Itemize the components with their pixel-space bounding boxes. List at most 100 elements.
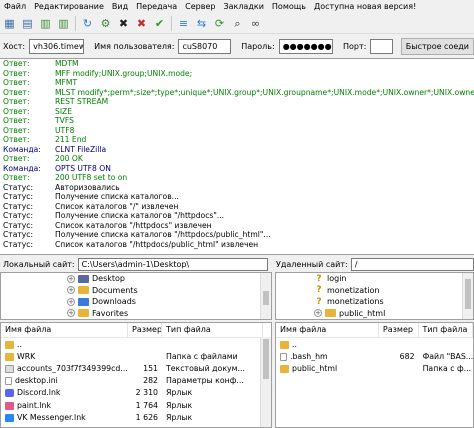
binoculars-icon[interactable]: ∞ [248, 16, 263, 31]
sync-browse-icon[interactable]: ⟳ [212, 16, 227, 31]
remote-site-label: Удаленный сайт: [276, 259, 348, 269]
col-header-size[interactable]: Размер [379, 323, 419, 337]
search-icon[interactable]: ⌕ [230, 16, 245, 31]
tree-item-label: login [327, 274, 347, 284]
expand-icon[interactable]: + [67, 309, 75, 318]
remote-tree-scrollbar[interactable] [462, 273, 473, 319]
remote-directory-tree[interactable]: ? login? monetization? monetizations + public… [275, 272, 474, 320]
file-row[interactable]: VK Messenger.lnk 1 626 Ярлык [1, 411, 271, 423]
menu-item[interactable]: Закладки [219, 2, 267, 11]
log-message: REST STREAM [55, 97, 109, 106]
menu-item[interactable]: Файл [0, 2, 30, 11]
menu-item[interactable]: Редактирование [30, 2, 108, 11]
tree-item[interactable]: + Downloads [1, 296, 271, 308]
cancel-icon[interactable]: ✖ [116, 16, 131, 31]
filter-icon[interactable]: ≡ [176, 16, 191, 31]
file-row[interactable]: paint.lnk 1 764 Ярлык [1, 399, 271, 411]
tree-item-label: public_html [339, 308, 386, 318]
folder-icon [5, 352, 14, 361]
message-log[interactable]: Ответ: MDTM Ответ: MFF modify;UNIX.group;UN… [0, 58, 474, 255]
menu-item[interactable]: Помощь [268, 2, 310, 11]
tree-item-label: monetizations [327, 297, 384, 307]
vk-icon [5, 413, 14, 422]
file-row[interactable]: WRK Папка с файлами [1, 350, 271, 362]
log-message: Получение списка каталогов... [55, 192, 179, 201]
col-header-filename[interactable]: Имя файла [1, 323, 128, 337]
log-type: Ответ: [3, 173, 30, 182]
file-row[interactable]: .bash_hm 682 Файл "BAS... [276, 350, 473, 362]
local-file-list[interactable]: Имя файла Размер Тип файла .. WRK Папка с … [0, 322, 272, 428]
menu-item[interactable]: Вид [108, 2, 132, 11]
port-input[interactable] [370, 38, 393, 54]
col-header-filename[interactable]: Имя файла [276, 323, 379, 337]
tree-item[interactable]: ? monetization [276, 285, 473, 297]
tree-item[interactable]: ? monetizations [276, 296, 473, 308]
file-type: Ярлык [166, 388, 193, 398]
expand-icon[interactable]: + [314, 309, 322, 318]
log-type: Статус: [3, 211, 34, 220]
file-name-cell: .bash_hm [276, 352, 379, 361]
password-input[interactable]: ●●●●●●●●●●● [278, 38, 333, 54]
reconnect-icon[interactable]: ✔ [152, 16, 167, 31]
quickconnect-button[interactable]: Быстрое соеди [400, 37, 474, 55]
menu-item[interactable]: Передача [132, 2, 181, 11]
username-input[interactable]: cuS8070 [178, 38, 232, 54]
tree-item[interactable]: ? login [276, 273, 473, 285]
file-name-cell: .. [1, 340, 128, 349]
col-header-size[interactable]: Размер [128, 323, 162, 337]
local-tree-scrollbar[interactable] [260, 273, 271, 319]
log-type: Ответ: [3, 125, 30, 135]
file-name: .bash_hm [290, 351, 328, 361]
file-size: 1 764 [135, 400, 158, 410]
toggle-tree-remote-icon[interactable]: ▥ [56, 16, 71, 31]
log-line: Команда: OPTS UTF8 ON [0, 164, 474, 174]
local-files-scrollbar[interactable] [260, 337, 271, 427]
file-name: desktop.ini [15, 376, 58, 386]
log-type: Ответ: [3, 78, 30, 87]
remote-file-list[interactable]: Имя файла Размер Тип файла .. .bash_hm 682… [275, 322, 474, 428]
log-message: 200 UTF8 set to on [55, 173, 128, 182]
file-type: Ярлык [166, 400, 193, 410]
log-line: Ответ: REST STREAM [0, 97, 474, 107]
tree-item[interactable]: + Favorites [1, 308, 271, 320]
log-message: Авторизовались [55, 182, 120, 192]
toggle-log-icon[interactable]: ▤ [20, 16, 35, 31]
compare-icon[interactable]: ⇆ [194, 16, 209, 31]
log-message: Список каталогов "/httpdocs" извлечен [55, 220, 212, 230]
log-line: Статус: Список каталогов "/httpdocs/publi… [0, 240, 474, 250]
tree-item[interactable]: + Desktop [1, 273, 271, 285]
menu-item[interactable]: Сервер [181, 2, 219, 11]
local-site-label: Локальный сайт: [3, 259, 75, 269]
local-path-input[interactable]: C:\Users\admin-1\Desktop\ [77, 257, 268, 271]
log-message: 200 OK [55, 154, 83, 163]
expand-icon[interactable]: + [67, 297, 75, 306]
expand-icon[interactable]: + [67, 274, 75, 283]
col-header-type[interactable]: Тип файла [419, 323, 473, 337]
file-name: .. [17, 339, 22, 349]
refresh-icon[interactable]: ↻ [80, 16, 95, 31]
file-row[interactable]: desktop.ini 282 Параметры конф... [1, 375, 271, 387]
file-name-cell: .. [276, 340, 379, 349]
file-row[interactable]: Discord.lnk 2 310 Ярлык [1, 387, 271, 399]
log-type: Команда: [3, 144, 41, 154]
host-input[interactable]: vh306.timeweb.ru [29, 38, 85, 54]
tree-item[interactable]: + Documents [1, 285, 271, 297]
local-directory-tree[interactable]: + Desktop + Documents + Downloads + Favorites [0, 272, 272, 320]
file-row[interactable]: .. [276, 338, 473, 350]
col-header-type[interactable]: Тип файла [162, 323, 263, 337]
process-queue-icon[interactable]: ⚙ [98, 16, 113, 31]
log-line: Ответ: MFF modify;UNIX.group;UNIX.mode; [0, 69, 474, 79]
toggle-tree-local-icon[interactable]: ▥ [38, 16, 53, 31]
file-name-cell: desktop.ini [1, 376, 128, 386]
menu-bar: Файл Редактирование Вид Передача Сервер Закла… [0, 0, 474, 13]
file-row[interactable]: public_html Папка с ф... [276, 362, 473, 374]
tree-item[interactable]: + public_html [276, 308, 473, 320]
menu-item[interactable]: Доступна новая версия! [310, 2, 420, 11]
file-row[interactable]: .. [1, 338, 271, 350]
log-type: Команда: [3, 163, 41, 173]
expand-icon[interactable]: + [67, 286, 75, 295]
disconnect-icon[interactable]: ✖ [134, 16, 149, 31]
site-manager-icon[interactable]: ▦ [2, 16, 17, 31]
file-row[interactable]: accounts_703f7f349399cd... 151 Текстовый д… [1, 362, 271, 374]
remote-path-input[interactable]: / [350, 257, 474, 271]
